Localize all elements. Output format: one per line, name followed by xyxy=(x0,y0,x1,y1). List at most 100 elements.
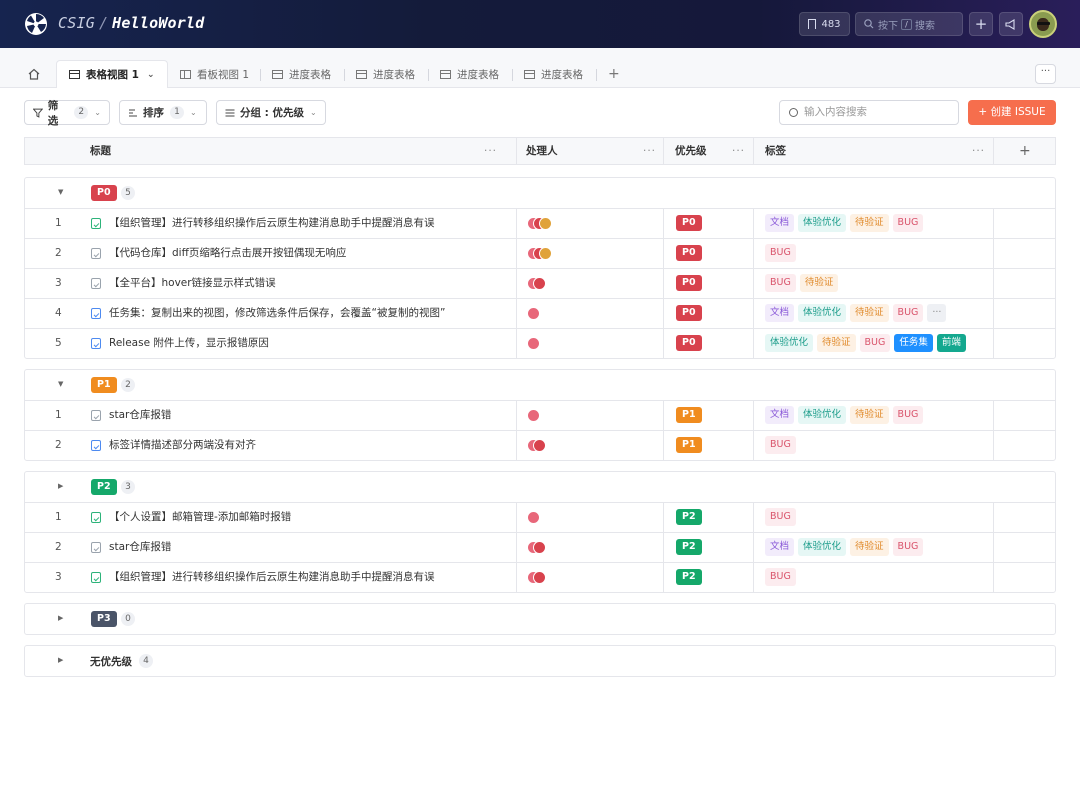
assignee-avatar[interactable] xyxy=(533,439,546,452)
priority-badge[interactable]: P0 xyxy=(676,275,702,291)
priority-badge[interactable]: P1 xyxy=(676,407,702,423)
assignee-avatar[interactable] xyxy=(527,307,540,320)
column-menu-icon[interactable]: ··· xyxy=(643,138,656,164)
column-priority[interactable]: 优先级 ··· xyxy=(675,138,753,164)
priority-badge[interactable]: P0 xyxy=(676,245,702,261)
tag-verify[interactable]: 待验证 xyxy=(799,274,839,292)
column-assignee[interactable]: 处理人 ··· xyxy=(526,138,664,164)
caret-down-icon[interactable]: ▼ xyxy=(58,188,63,196)
tab-table-view[interactable]: 表格视图 1 ⌄ xyxy=(56,60,168,88)
tag-bug[interactable]: BUG xyxy=(892,214,924,232)
tag-ux[interactable]: 体验优化 xyxy=(765,334,814,352)
issue-title[interactable]: 【组织管理】进行转移组织操作后云原生构建消息助手中提醒消息有误 xyxy=(109,563,435,592)
table-row[interactable]: 3 【组织管理】进行转移组织操作后云原生构建消息助手中提醒消息有误 P2 BUG xyxy=(25,562,1055,592)
caret-right-icon[interactable]: ▶ xyxy=(58,614,63,622)
tab-progress-3[interactable]: 进度表格 xyxy=(440,60,499,88)
assignee-avatar[interactable] xyxy=(539,247,552,260)
tab-progress-1[interactable]: 进度表格 xyxy=(272,60,331,88)
tag-ux[interactable]: 体验优化 xyxy=(798,304,847,322)
org-name[interactable]: CSIG xyxy=(58,14,95,32)
tag-doc[interactable]: 文档 xyxy=(765,406,795,424)
tag-fe[interactable]: 前端 xyxy=(936,334,966,352)
column-title[interactable]: 标题 ··· xyxy=(90,138,505,164)
announcement-button[interactable] xyxy=(999,12,1023,36)
repo-breadcrumb[interactable]: CSIG / HelloWorld xyxy=(58,14,204,32)
tag-doc[interactable]: 文档 xyxy=(765,538,795,556)
column-menu-icon[interactable]: ··· xyxy=(484,138,497,164)
priority-badge[interactable]: P0 xyxy=(676,335,702,351)
logo-icon[interactable] xyxy=(24,12,48,36)
issue-title[interactable]: 【组织管理】进行转移组织操作后云原生构建消息助手中提醒消息有误 xyxy=(109,209,435,238)
add-column-button[interactable]: + xyxy=(1019,138,1039,164)
user-avatar[interactable] xyxy=(1029,10,1057,38)
home-icon[interactable] xyxy=(28,68,40,80)
caret-right-icon[interactable]: ▶ xyxy=(58,656,63,664)
tag-bug[interactable]: BUG xyxy=(892,406,924,424)
assignee-avatar[interactable] xyxy=(533,541,546,554)
chevron-down-icon[interactable]: ⌄ xyxy=(147,70,155,80)
issue-title[interactable]: 【个人设置】邮箱管理-添加邮箱时报错 xyxy=(109,503,291,532)
tag-bug[interactable]: BUG xyxy=(765,436,796,454)
create-issue-button[interactable]: + 创建 ISSUE xyxy=(968,100,1056,125)
table-row[interactable]: 2 标签详情描述部分两端没有对齐 P1 BUG xyxy=(25,430,1055,460)
create-plus-button[interactable]: + xyxy=(969,12,993,36)
group-header[interactable]: ▶ P2 3 xyxy=(25,472,1055,502)
issue-title[interactable]: Release 附件上传，显示报错原因 xyxy=(109,329,269,358)
tag-bug[interactable]: BUG xyxy=(765,274,796,292)
issue-title[interactable]: star仓库报错 xyxy=(109,401,171,430)
table-row[interactable]: 2 【代码仓库】diff页缩略行点击展开按钮偶现无响应 P0 BUG xyxy=(25,238,1055,268)
priority-badge[interactable]: P0 xyxy=(676,215,702,231)
assignee-avatar[interactable] xyxy=(527,409,540,422)
tag-bug[interactable]: BUG xyxy=(859,334,891,352)
star-button[interactable]: 483 xyxy=(799,12,850,36)
assignee-avatar[interactable] xyxy=(527,511,540,524)
tag-bug[interactable]: BUG xyxy=(765,508,796,526)
repo-name[interactable]: HelloWorld xyxy=(112,14,204,32)
tag-bug[interactable]: BUG xyxy=(765,244,796,262)
tab-board-view[interactable]: 看板视图 1 xyxy=(180,60,249,88)
assignee-avatar[interactable] xyxy=(533,277,546,290)
add-tab-button[interactable]: + xyxy=(608,66,620,82)
assignee-avatar[interactable] xyxy=(527,337,540,350)
tag-bug[interactable]: BUG xyxy=(892,304,924,322)
table-row[interactable]: 5 Release 附件上传，显示报错原因 P0 体验优化 待验证 BUG 任务集 前端 xyxy=(25,328,1055,358)
priority-badge[interactable]: P2 xyxy=(676,539,702,555)
group-header[interactable]: ▶ P3 0 xyxy=(25,604,1055,634)
assignee-avatar[interactable] xyxy=(533,571,546,584)
priority-badge[interactable]: P0 xyxy=(676,305,702,321)
filter-button[interactable]: 筛选 2 ⌄ xyxy=(24,100,110,127)
issue-title[interactable]: 【全平台】hover链接显示样式错误 xyxy=(109,269,276,298)
group-header[interactable]: ▶ 无优先级 4 xyxy=(25,646,1055,676)
global-search[interactable]: 按下 / 搜索 xyxy=(855,12,963,36)
group-header[interactable]: ▼ P1 2 xyxy=(25,370,1055,400)
tag-ux[interactable]: 体验优化 xyxy=(798,214,847,232)
tag-ux[interactable]: 体验优化 xyxy=(798,406,847,424)
tag-verify[interactable]: 待验证 xyxy=(850,304,889,322)
priority-badge[interactable]: P1 xyxy=(676,437,702,453)
tag-verify[interactable]: 待验证 xyxy=(850,538,889,556)
tab-progress-4[interactable]: 进度表格 xyxy=(524,60,583,88)
tag-more[interactable]: ··· xyxy=(927,304,947,322)
issue-title[interactable]: 【代码仓库】diff页缩略行点击展开按钮偶现无响应 xyxy=(109,239,346,268)
priority-badge[interactable]: P2 xyxy=(676,509,702,525)
tag-verify[interactable]: 待验证 xyxy=(817,334,856,352)
tag-bug[interactable]: BUG xyxy=(765,568,796,586)
sort-button[interactable]: 排序 1 ⌄ xyxy=(119,100,207,125)
tag-bug[interactable]: BUG xyxy=(892,538,924,556)
tag-verify[interactable]: 待验证 xyxy=(850,214,889,232)
column-tags[interactable]: 标签 ··· xyxy=(765,138,993,164)
table-row[interactable]: 4 任务集：复制出来的视图，修改筛选条件后保存，会覆盖“被复制的视图” P0 文档 体验… xyxy=(25,298,1055,328)
table-row[interactable]: 3 【全平台】hover链接显示样式错误 P0 BUG 待验证 xyxy=(25,268,1055,298)
issue-title[interactable]: 标签详情描述部分两端没有对齐 xyxy=(109,431,256,460)
issue-title[interactable]: star仓库报错 xyxy=(109,533,171,562)
column-menu-icon[interactable]: ··· xyxy=(972,138,985,164)
table-row[interactable]: 2 star仓库报错 P2 文档 体验优化 待验证 BUG xyxy=(25,532,1055,562)
table-row[interactable]: 1 【组织管理】进行转移组织操作后云原生构建消息助手中提醒消息有误 P0 文档 体验优化… xyxy=(25,208,1055,238)
caret-down-icon[interactable]: ▼ xyxy=(58,380,63,388)
tag-doc[interactable]: 文档 xyxy=(765,304,795,322)
group-header[interactable]: ▼ P0 5 xyxy=(25,178,1055,208)
table-row[interactable]: 1 star仓库报错 P1 文档 体验优化 待验证 BUG xyxy=(25,400,1055,430)
tag-task[interactable]: 任务集 xyxy=(894,334,933,352)
tag-doc[interactable]: 文档 xyxy=(765,214,795,232)
assignee-avatar[interactable] xyxy=(539,217,552,230)
